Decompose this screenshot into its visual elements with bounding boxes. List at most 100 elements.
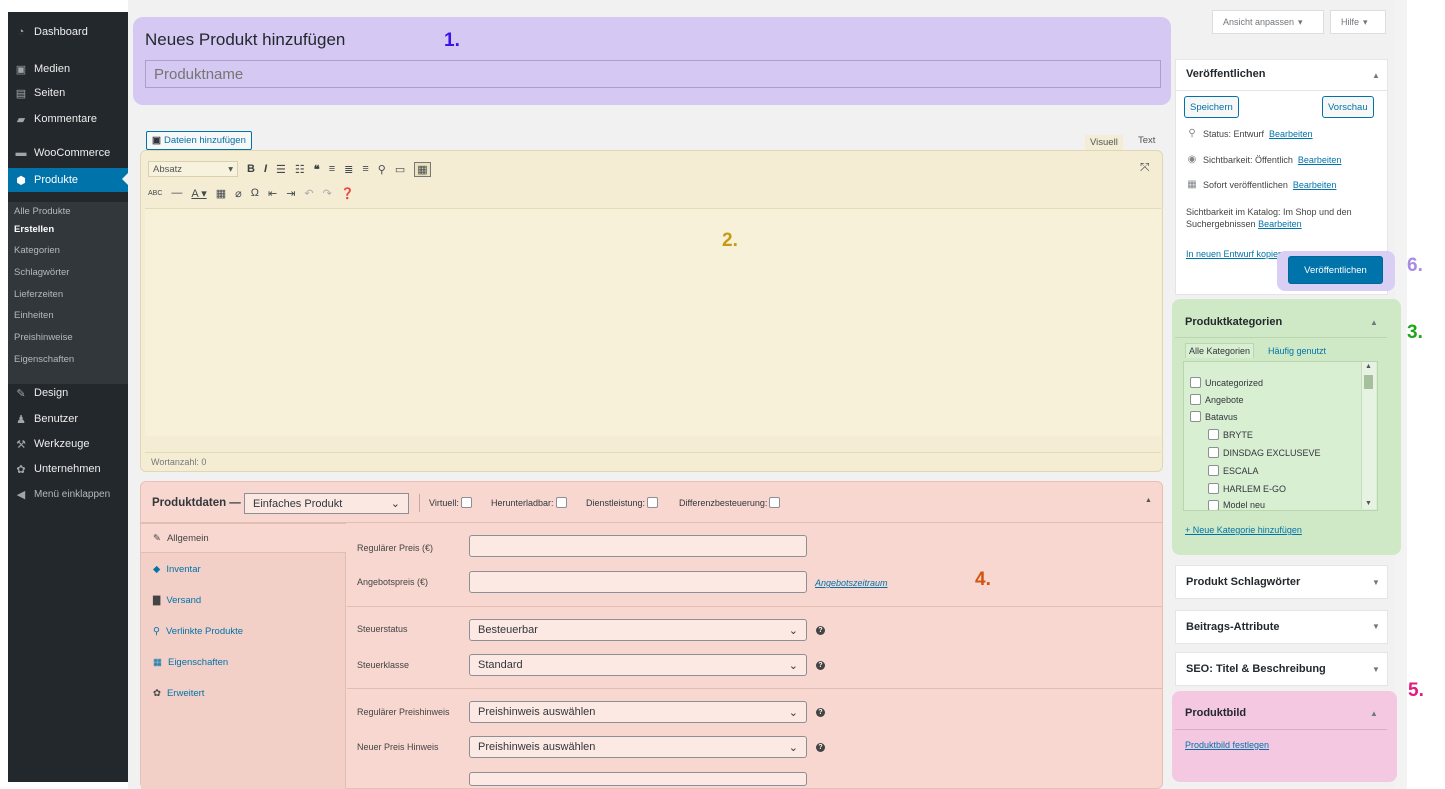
sale-price-input[interactable] xyxy=(469,571,807,593)
category-item[interactable]: Angebote xyxy=(1190,394,1244,405)
bold-button[interactable]: B xyxy=(247,163,255,175)
submenu-units[interactable]: Einheiten xyxy=(14,310,54,321)
checkbox[interactable] xyxy=(1190,377,1201,388)
regular-price-input[interactable] xyxy=(469,535,807,557)
add-media-button[interactable]: ▣ Dateien hinzufügen xyxy=(146,131,252,150)
edit-schedule-link[interactable]: Bearbeiten xyxy=(1293,180,1337,190)
regular-hint-select[interactable]: Preishinweis auswählen ⌄ xyxy=(469,701,807,723)
edit-visibility-link[interactable]: Bearbeiten xyxy=(1298,155,1342,165)
screen-options-button[interactable]: Ansicht anpassen ▾ xyxy=(1212,10,1324,34)
sidebar-collapse-menu[interactable]: ◀ Menü einklappen xyxy=(8,483,128,505)
sidebar-item-dashboard[interactable]: ◔ Dashboard xyxy=(8,21,128,43)
collapse-triangle-icon[interactable]: ▲ xyxy=(1145,497,1152,504)
clear-format-icon[interactable]: ⌀ xyxy=(235,187,242,200)
checkbox[interactable] xyxy=(1208,465,1219,476)
checkbox[interactable] xyxy=(1190,394,1201,405)
undo-icon[interactable]: ↶ xyxy=(304,187,313,200)
save-draft-button[interactable]: Speichern xyxy=(1184,96,1239,118)
tab-versand[interactable]: ▇ Versand xyxy=(141,585,346,615)
tab-text[interactable]: Text xyxy=(1138,135,1155,146)
toggle-down-icon[interactable]: ▼ xyxy=(1372,578,1380,587)
toggle-down-icon[interactable]: ▼ xyxy=(1372,665,1380,674)
checkbox[interactable] xyxy=(769,497,781,508)
italic-button[interactable]: I xyxy=(264,163,267,175)
margin-tax-checkbox[interactable]: Differenzbesteuerung: xyxy=(679,497,781,508)
editor-content-area[interactable] xyxy=(145,208,1161,436)
sale-schedule-link[interactable]: Angebotszeitraum xyxy=(815,578,888,588)
tab-erweitert[interactable]: ✿ Erweitert xyxy=(141,678,346,708)
tab-verlinkte-produkte[interactable]: ⚲ Verlinkte Produkte xyxy=(141,616,346,646)
strikethrough-icon[interactable]: ABC xyxy=(148,190,162,197)
edit-catalog-link[interactable]: Bearbeiten xyxy=(1258,219,1302,229)
checkbox[interactable] xyxy=(1208,500,1219,510)
downloadable-checkbox[interactable]: Herunterladbar: xyxy=(491,497,567,508)
scroll-up-icon[interactable]: ▲ xyxy=(1365,363,1372,370)
new-hint-select[interactable]: Preishinweis auswählen ⌄ xyxy=(469,736,807,758)
tab-allgemein[interactable]: ✎ Allgemein xyxy=(141,523,346,553)
checkbox[interactable] xyxy=(1190,411,1201,422)
checkbox[interactable] xyxy=(460,497,472,508)
link-icon[interactable]: ⚲ xyxy=(378,163,386,176)
product-name-input[interactable] xyxy=(145,60,1161,88)
checkbox[interactable] xyxy=(1208,429,1219,440)
category-item[interactable]: HARLEM E-GO xyxy=(1208,483,1286,494)
align-left-icon[interactable]: ≡ xyxy=(329,163,335,175)
tab-all-categories[interactable]: Alle Kategorien xyxy=(1185,343,1255,358)
category-item[interactable]: BRYTE xyxy=(1208,429,1253,440)
tab-eigenschaften[interactable]: ▦ Eigenschaften xyxy=(141,647,346,677)
add-category-link[interactable]: + Neue Kategorie hinzufügen xyxy=(1185,525,1302,535)
horizontal-line-icon[interactable]: — xyxy=(171,187,182,199)
sidebar-item-kommentare[interactable]: ▰ Kommentare xyxy=(8,108,128,130)
indent-icon[interactable]: ⇥ xyxy=(286,187,295,200)
submenu-price-hints[interactable]: Preishinweise xyxy=(14,332,73,343)
align-center-icon[interactable]: ≣ xyxy=(344,163,353,176)
set-product-image-link[interactable]: Produktbild festlegen xyxy=(1185,740,1269,750)
submenu-categories[interactable]: Kategorien xyxy=(14,245,60,256)
publish-button[interactable]: Veröffentlichen xyxy=(1288,256,1383,284)
help-button[interactable]: Hilfe ▾ xyxy=(1330,10,1386,34)
read-more-icon[interactable]: ▭ xyxy=(395,163,405,176)
text-color-icon[interactable]: A ▾ xyxy=(191,187,206,200)
help-icon[interactable]: ? xyxy=(816,661,825,670)
virtual-checkbox[interactable]: Virtuell: xyxy=(429,497,472,508)
outdent-icon[interactable]: ⇤ xyxy=(268,187,277,200)
category-item[interactable]: ESCALA xyxy=(1208,465,1259,476)
special-char-icon[interactable]: Ω xyxy=(251,187,259,199)
partial-select[interactable] xyxy=(469,772,807,786)
sidebar-item-benutzer[interactable]: ♟ Benutzer xyxy=(8,408,128,430)
sidebar-item-medien[interactable]: ▣ Medien xyxy=(8,58,128,80)
help-icon[interactable]: ? xyxy=(816,708,825,717)
service-checkbox[interactable]: Dienstleistung: xyxy=(586,497,659,508)
preview-button[interactable]: Vorschau xyxy=(1322,96,1374,118)
align-right-icon[interactable]: ≡ xyxy=(362,163,368,175)
tab-inventar[interactable]: ◆ Inventar xyxy=(141,554,346,584)
scroll-down-icon[interactable]: ▼ xyxy=(1365,500,1372,507)
toolbar-toggle-icon[interactable]: ▦ xyxy=(414,161,431,177)
checkbox[interactable] xyxy=(1208,447,1219,458)
toggle-up-icon[interactable]: ▲ xyxy=(1370,709,1378,718)
product-type-select[interactable]: Einfaches Produkt ⌄ xyxy=(244,493,409,514)
submenu-delivery-times[interactable]: Lieferzeiten xyxy=(14,289,63,300)
help-icon[interactable]: ❓ xyxy=(341,187,355,200)
toggle-down-icon[interactable]: ▼ xyxy=(1372,622,1380,631)
scrollbar-thumb[interactable] xyxy=(1364,375,1373,389)
checkbox[interactable] xyxy=(647,497,659,508)
bullet-list-icon[interactable]: ☰ xyxy=(276,163,286,176)
submenu-all-products[interactable]: Alle Produkte xyxy=(14,206,71,217)
redo-icon[interactable]: ↷ xyxy=(323,187,332,200)
copy-to-draft-link[interactable]: In neuen Entwurf kopieren xyxy=(1186,249,1291,259)
blockquote-icon[interactable]: ❝ xyxy=(314,163,320,176)
submenu-tags[interactable]: Schlagwörter xyxy=(14,267,69,278)
paste-text-icon[interactable]: ▦ xyxy=(216,187,226,200)
help-icon[interactable]: ? xyxy=(816,626,825,635)
category-item[interactable]: Uncategorized xyxy=(1190,377,1263,388)
sidebar-item-seiten[interactable]: ▤ Seiten xyxy=(8,82,128,104)
toggle-up-icon[interactable]: ▲ xyxy=(1372,71,1380,80)
checkbox[interactable] xyxy=(555,497,567,508)
sidebar-item-unternehmen[interactable]: ✿ Unternehmen xyxy=(8,458,128,480)
sidebar-item-woocommerce[interactable]: ▬ WooCommerce xyxy=(8,142,128,164)
edit-status-link[interactable]: Bearbeiten xyxy=(1269,129,1313,139)
sidebar-item-produkte[interactable]: ⬢ Produkte xyxy=(8,168,128,192)
checkbox[interactable] xyxy=(1208,483,1219,494)
help-icon[interactable]: ? xyxy=(816,743,825,752)
